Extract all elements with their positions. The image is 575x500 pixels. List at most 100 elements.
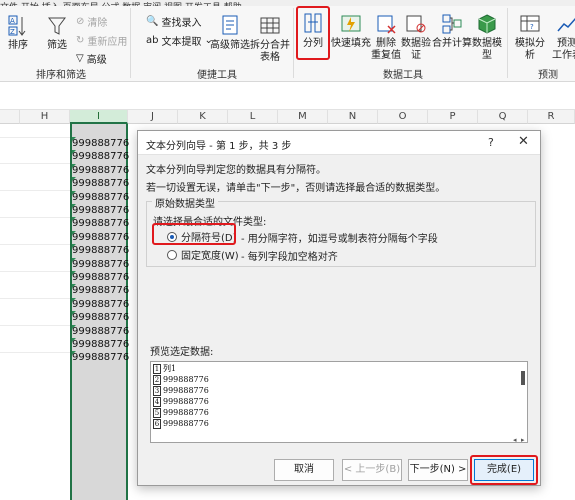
group-separator <box>130 8 131 78</box>
fixed-width-description: - 每列字段加空格对齐 <box>241 252 338 263</box>
text-extract-button[interactable]: ab 文本提取 ⌄ <box>146 33 213 48</box>
group-label-sort-filter: 排序和筛选 <box>36 70 86 81</box>
gridline <box>0 217 70 218</box>
preview-scrollbar-thumb[interactable] <box>521 371 525 385</box>
dialog-intro-line-2: 若一切设置无误，请单击"下一步"，否则请选择最合适的数据类型。 <box>146 183 446 194</box>
help-icon[interactable]: ? <box>488 136 494 149</box>
column-header-j[interactable]: J <box>128 110 178 124</box>
column-header-h[interactable]: H <box>20 110 70 124</box>
preview-label: 预览选定数据: <box>150 347 214 358</box>
dialog-title-bar: 文本分列向导 - 第 1 步，共 3 步 ? ✕ <box>138 131 540 155</box>
delimited-description: - 用分隔字符，如逗号或制表符分隔每个字段 <box>241 234 438 245</box>
column-header-m[interactable]: M <box>278 110 328 124</box>
highlight-box-delimited <box>152 223 236 245</box>
cell-i[interactable]: 999888776 <box>72 284 129 297</box>
column-header-p[interactable]: P <box>428 110 478 124</box>
data-validation-icon <box>404 12 428 36</box>
cell-i[interactable]: 999888776 <box>72 217 129 230</box>
gridline <box>0 325 70 326</box>
gridline <box>0 298 70 299</box>
cell-i[interactable]: 999888776 <box>72 163 129 177</box>
column-header-q[interactable]: Q <box>478 110 528 124</box>
find-entry-button[interactable]: 🔍 查找录入 <box>146 14 201 29</box>
group-separator <box>507 8 508 78</box>
advanced-filter-doc-icon <box>218 14 242 38</box>
back-button[interactable]: < 上一步(B) <box>342 459 402 481</box>
cell-i[interactable]: 999888776 <box>72 137 129 150</box>
cell-i[interactable]: 999888776 <box>72 324 129 338</box>
column-header-blank <box>0 110 20 124</box>
columns-split-icon <box>301 12 325 36</box>
cell-i[interactable]: 999888776 <box>72 150 129 163</box>
gridline <box>0 190 70 191</box>
cell-i[interactable]: 999888776 <box>72 271 129 284</box>
consolidate-icon <box>440 12 464 36</box>
clear-filter-icon: ⊘ <box>76 16 85 27</box>
fixed-width-radio[interactable]: 固定宽度(W) <box>167 247 239 262</box>
forecast-sheet-button[interactable]: 预测 工作表 <box>552 12 575 62</box>
filter-label: 筛选 <box>47 40 67 51</box>
clear-button[interactable]: ⊘ 清除 <box>76 14 107 29</box>
gridline <box>0 271 70 272</box>
column-header-o[interactable]: O <box>378 110 428 124</box>
scroll-right-icon[interactable]: ▸ <box>521 436 525 442</box>
group-label-forecast: 预测 <box>538 70 558 81</box>
find-icon: 🔍 <box>146 16 159 27</box>
filter-button[interactable]: 筛选 <box>44 14 70 52</box>
text-to-columns-button[interactable]: 分列 <box>300 12 326 50</box>
preview-row: 4 999888776 <box>153 397 209 407</box>
advanced-button[interactable]: ▽ 高级 <box>76 51 107 66</box>
reapply-button[interactable]: ↻ 重新应用 <box>76 33 127 48</box>
radio-unselected-icon <box>167 249 177 260</box>
what-if-icon: ? <box>518 12 542 36</box>
column-header-r[interactable]: R <box>528 110 575 124</box>
consolidate-button[interactable]: 合并计算 <box>432 12 472 50</box>
remove-duplicates-button[interactable]: 删除 重复值 <box>371 12 401 62</box>
cell-i[interactable]: 999888776 <box>72 177 129 190</box>
cell-i[interactable]: 999888776 <box>72 230 129 244</box>
remove-duplicates-icon <box>374 12 398 36</box>
svg-text:A: A <box>10 17 15 25</box>
next-button[interactable]: 下一步(N) > <box>408 459 468 481</box>
data-model-button[interactable]: 数据模 型 <box>472 12 502 62</box>
data-model-cube-icon <box>475 12 499 36</box>
preview-row: 6 999888776 <box>153 419 209 429</box>
preview-row: 5 999888776 <box>153 408 209 418</box>
column-header-n[interactable]: N <box>328 110 378 124</box>
cancel-button[interactable]: 取消 <box>274 459 334 481</box>
preview-row: 3 999888776 <box>153 386 209 396</box>
scroll-left-icon[interactable]: ◂ <box>513 436 517 442</box>
dialog-title: 文本分列向导 - 第 1 步，共 3 步 <box>146 141 292 152</box>
preview-row: 2 999888776 <box>153 375 209 385</box>
svg-text:?: ? <box>530 23 534 31</box>
cell-i[interactable]: 999888776 <box>72 351 129 364</box>
split-merge-table-button[interactable]: 拆分合并 表格 <box>250 14 290 64</box>
what-if-button[interactable]: ? 模拟分析 <box>512 12 548 62</box>
cell-i[interactable]: 999888776 <box>72 204 129 217</box>
cell-i[interactable]: 999888776 <box>72 338 129 351</box>
funnel-icon <box>45 14 69 38</box>
column-header-k[interactable]: K <box>178 110 228 124</box>
dialog-intro-line-1: 文本分列向导判定您的数据具有分隔符。 <box>146 165 326 176</box>
cell-i[interactable]: 999888776 <box>72 311 129 324</box>
data-preview-box[interactable]: 1 列1 2 999888776 3 999888776 4 999888776 5 99… <box>150 361 528 443</box>
data-validation-button[interactable]: 数据验 证 <box>400 12 432 62</box>
gridline <box>0 244 70 245</box>
flash-fill-button[interactable]: 快速填充 <box>331 12 371 50</box>
group-label-data-tools: 数据工具 <box>383 70 423 81</box>
flash-fill-icon <box>339 12 363 36</box>
advanced-filter-button[interactable]: 高级筛选 <box>210 14 250 52</box>
cell-i[interactable]: 999888776 <box>72 244 129 257</box>
sort-button[interactable]: AZ 排序 <box>6 14 30 52</box>
svg-text:Z: Z <box>10 28 15 36</box>
cell-i[interactable]: 999888776 <box>72 190 129 204</box>
gridline <box>0 352 70 353</box>
text-extract-icon: ab <box>146 35 159 46</box>
forecast-chart-icon <box>555 12 575 36</box>
column-header-l[interactable]: L <box>228 110 278 124</box>
close-icon[interactable]: ✕ <box>518 134 529 149</box>
cell-i[interactable]: 999888776 <box>72 297 129 311</box>
formula-bar-area <box>0 82 575 110</box>
column-header-i[interactable]: I <box>70 110 128 124</box>
cell-i[interactable]: 999888776 <box>72 257 129 271</box>
